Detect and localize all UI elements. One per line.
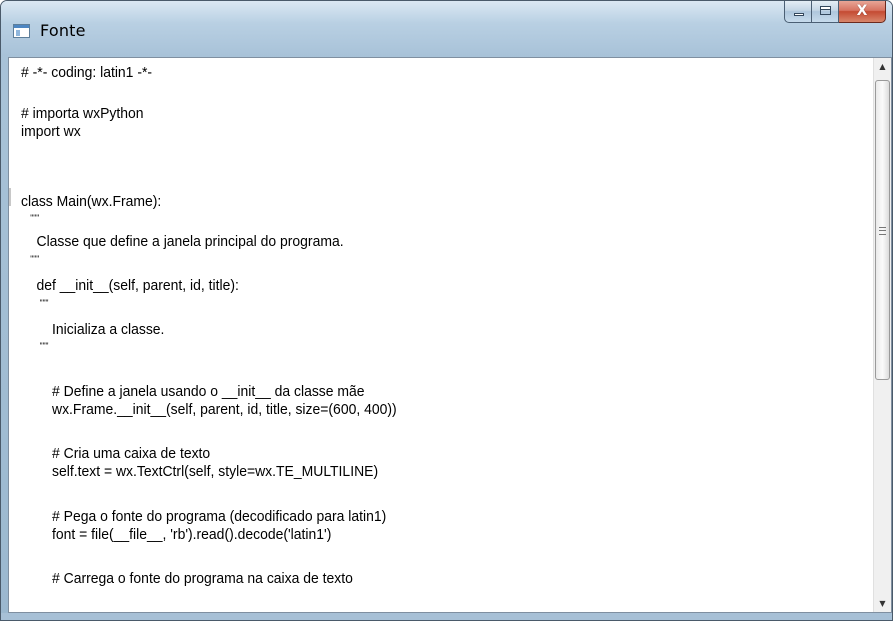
code-line: """	[21, 298, 49, 308]
code-line: Inicializa a classe.	[21, 321, 165, 338]
window-title: Fonte	[40, 21, 86, 40]
code-line: font = file(__file__, 'rb').read().decod…	[21, 526, 332, 543]
code-line: class Main(wx.Frame):	[21, 193, 162, 210]
code-line: def __init__(self, parent, id, title):	[21, 277, 239, 294]
code-line: """	[21, 254, 40, 264]
maximize-icon	[820, 6, 831, 15]
app-window: Fonte X # -*- coding: latin1 -*- # import…	[0, 0, 893, 621]
code-line: # -*- coding: latin1 -*-	[21, 64, 153, 81]
scroll-down-arrow-icon: ▼	[879, 599, 886, 608]
code-line: """	[21, 213, 40, 223]
scroll-thumb[interactable]	[875, 80, 890, 380]
scroll-up-button[interactable]: ▲	[874, 58, 891, 75]
code-line: # Cria uma caixa de texto	[21, 445, 211, 462]
text-control[interactable]: # -*- coding: latin1 -*- # importa wxPyth…	[8, 57, 892, 613]
code-line: wx.Frame.__init__(self, parent, id, titl…	[21, 401, 397, 418]
code-line: self.text = wx.TextCtrl(self, style=wx.T…	[21, 463, 379, 480]
code-line: import wx	[21, 123, 81, 140]
source-text-area[interactable]: # -*- coding: latin1 -*- # importa wxPyth…	[9, 58, 873, 612]
code-line: # importa wxPython	[21, 105, 144, 122]
minimize-icon	[794, 13, 804, 16]
window-bottom-frame	[1, 613, 892, 620]
minimize-button[interactable]	[784, 1, 812, 23]
title-bar[interactable]: Fonte X	[1, 1, 892, 56]
code-line: """	[21, 341, 49, 351]
code-line: Classe que define a janela principal do …	[21, 233, 344, 250]
scroll-down-button[interactable]: ▼	[874, 595, 891, 612]
close-icon: X	[856, 3, 868, 19]
code-line: # Define a janela usando o __init__ da c…	[21, 383, 365, 400]
thumb-grip-icon	[879, 227, 886, 235]
left-margin-marker	[9, 188, 11, 206]
app-window-icon[interactable]	[13, 24, 30, 38]
code-line: # Pega o fonte do programa (decodificado…	[21, 508, 387, 525]
close-button[interactable]: X	[839, 1, 886, 23]
maximize-button[interactable]	[812, 1, 839, 23]
code-line: # Carrega o fonte do programa na caixa d…	[21, 570, 353, 587]
scroll-up-arrow-icon: ▲	[879, 62, 886, 71]
vertical-scrollbar[interactable]: ▲ ▼	[873, 58, 891, 612]
caption-buttons: X	[784, 1, 886, 23]
